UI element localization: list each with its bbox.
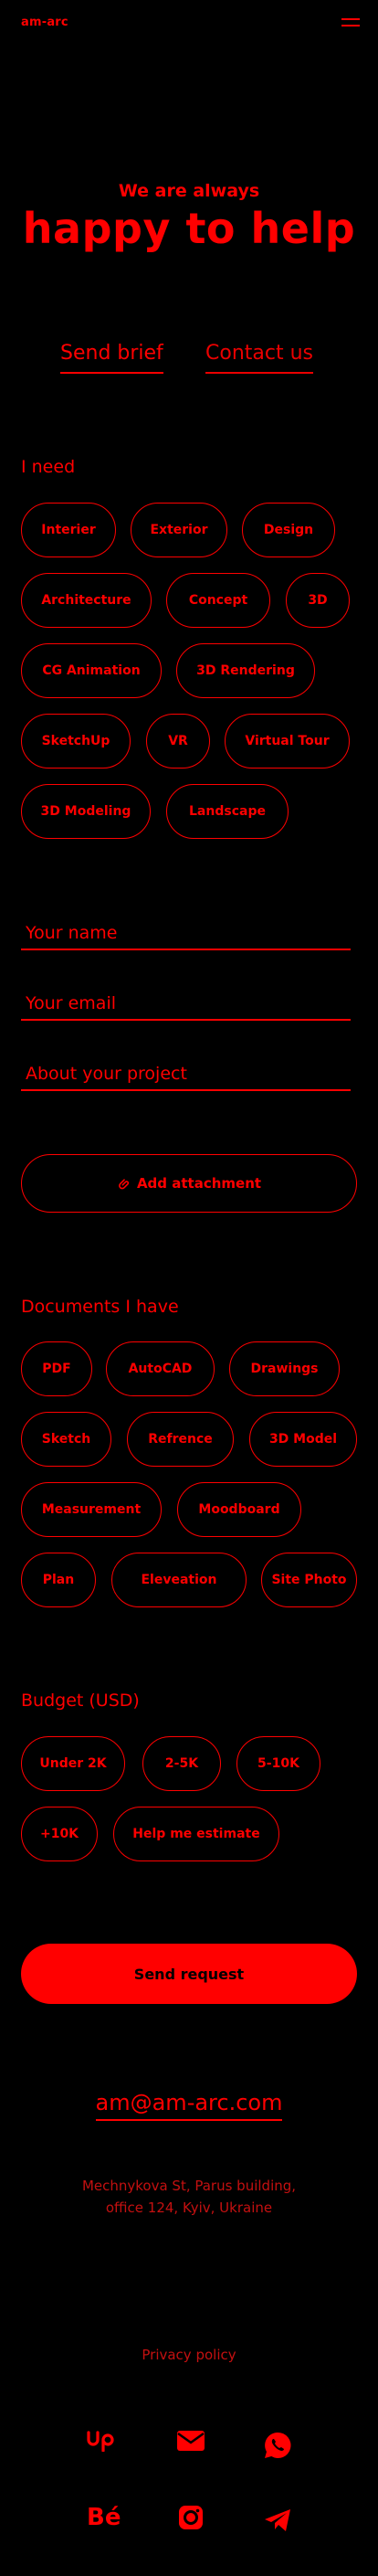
hamburger-icon[interactable] <box>341 16 362 30</box>
hero-subtitle: We are always <box>118 181 260 201</box>
paperclip-icon <box>119 1179 130 1190</box>
option-sketchup[interactable]: SketchUp <box>21 714 131 769</box>
doc-autocad[interactable]: AutoCAD <box>106 1341 215 1396</box>
need-section-title: I need <box>21 457 76 477</box>
doc-pdf[interactable]: PDF <box>21 1341 92 1396</box>
option-3d-rendering[interactable]: 3D Rendering <box>176 643 315 698</box>
option-vr[interactable]: VR <box>146 714 210 769</box>
privacy-policy-link[interactable]: Privacy policy <box>0 2347 378 2363</box>
address-line-2: office 124, Kyiv, Ukraine <box>105 2200 273 2216</box>
whatsapp-icon[interactable] <box>259 2427 296 2464</box>
option-design[interactable]: Design <box>242 503 335 557</box>
doc-site-photo[interactable]: Site Photo <box>261 1553 357 1607</box>
option-3d[interactable]: 3D <box>286 573 350 628</box>
doc-drawings[interactable]: Drawings <box>229 1341 340 1396</box>
doc-3d-model[interactable]: 3D Model <box>249 1412 357 1467</box>
option-3d-modeling[interactable]: 3D Modeling <box>21 784 151 839</box>
footer-address: Mechnykova St, Parus building, office 12… <box>0 2175 378 2219</box>
email-input[interactable] <box>21 990 351 1017</box>
doc-sketch[interactable]: Sketch <box>21 1412 111 1467</box>
hero-title: happy to help <box>22 204 356 253</box>
doc-moodboard[interactable]: Moodboard <box>177 1482 301 1537</box>
email-field <box>21 990 351 1021</box>
telegram-icon[interactable] <box>259 2502 296 2539</box>
upwork-icon[interactable] <box>85 2422 121 2459</box>
doc-refrence[interactable]: Refrence <box>127 1412 234 1467</box>
send-request-button[interactable]: Send request <box>21 1944 357 2004</box>
option-interier[interactable]: Interier <box>21 503 116 557</box>
doc-plan[interactable]: Plan <box>21 1553 96 1607</box>
mail-icon[interactable] <box>173 2422 209 2459</box>
logo[interactable]: am-arc <box>21 16 68 29</box>
behance-icon[interactable]: Bé <box>87 2497 123 2534</box>
add-attachment-label: Add attachment <box>136 1175 262 1192</box>
option-cg-animation[interactable]: CG Animation <box>21 643 162 698</box>
doc-measurement[interactable]: Measurement <box>21 1482 162 1537</box>
option-virtual-tour[interactable]: Virtual Tour <box>225 714 350 769</box>
budget-5-10k[interactable]: 5-10K <box>236 1736 320 1791</box>
option-exterior[interactable]: Exterior <box>131 503 227 557</box>
budget-10k-plus[interactable]: +10K <box>21 1807 98 1861</box>
name-input[interactable] <box>21 919 351 947</box>
tab-contact-us[interactable]: Contact us <box>205 342 313 374</box>
budget-under-2k[interactable]: Under 2K <box>21 1736 125 1791</box>
name-field <box>21 919 351 950</box>
budget-help-me-estimate[interactable]: Help me estimate <box>113 1807 279 1861</box>
documents-section-title: Documents I have <box>21 1297 179 1317</box>
option-landscape[interactable]: Landscape <box>166 784 289 839</box>
add-attachment-button[interactable]: Add attachment <box>21 1154 357 1213</box>
footer-email-wrap: am@am-arc.com <box>0 2090 378 2121</box>
header: am-arc <box>0 0 378 46</box>
option-concept[interactable]: Concept <box>166 573 270 628</box>
tab-send-brief[interactable]: Send brief <box>60 342 163 374</box>
doc-eleveation[interactable]: Eleveation <box>111 1553 247 1607</box>
budget-2-5k[interactable]: 2-5K <box>142 1736 221 1791</box>
instagram-icon[interactable] <box>173 2499 209 2536</box>
footer-email-link[interactable]: am@am-arc.com <box>95 2090 283 2121</box>
option-architecture[interactable]: Architecture <box>21 573 152 628</box>
project-field <box>21 1060 351 1091</box>
address-line-1: Mechnykova St, Parus building, <box>81 2178 297 2194</box>
project-input[interactable] <box>21 1060 351 1087</box>
budget-section-title: Budget (USD) <box>21 1691 140 1711</box>
svg-text:Bé: Bé <box>87 2504 121 2528</box>
